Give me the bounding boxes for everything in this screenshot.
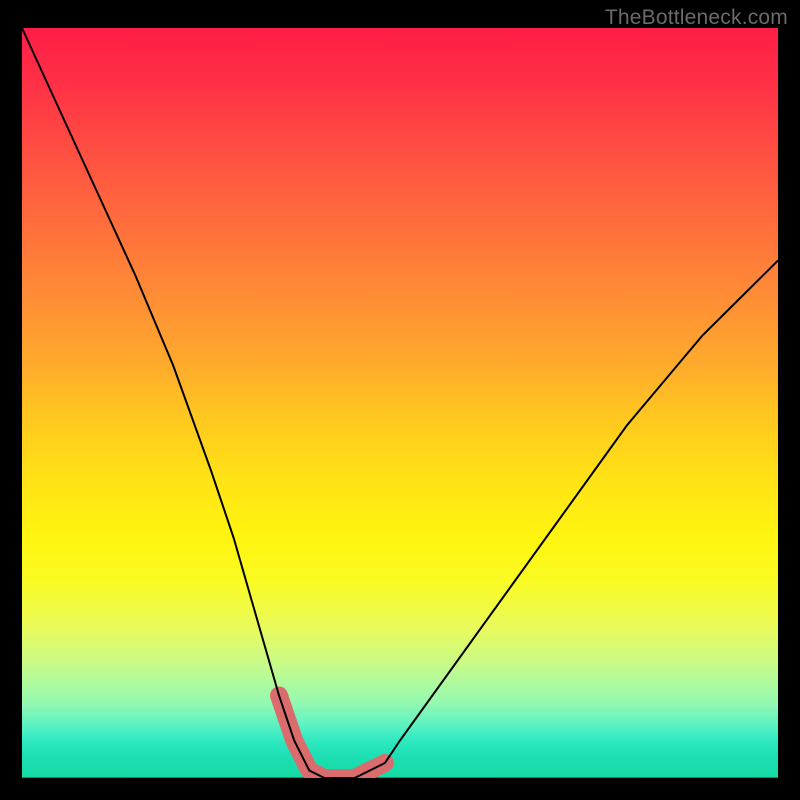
chart-svg xyxy=(22,28,778,778)
watermark-text: TheBottleneck.com xyxy=(605,6,788,30)
bottleneck-highlight-band xyxy=(279,696,385,779)
app-frame: TheBottleneck.com xyxy=(0,0,800,800)
bottleneck-curve-line xyxy=(22,28,778,778)
chart-plot-area xyxy=(22,28,778,778)
